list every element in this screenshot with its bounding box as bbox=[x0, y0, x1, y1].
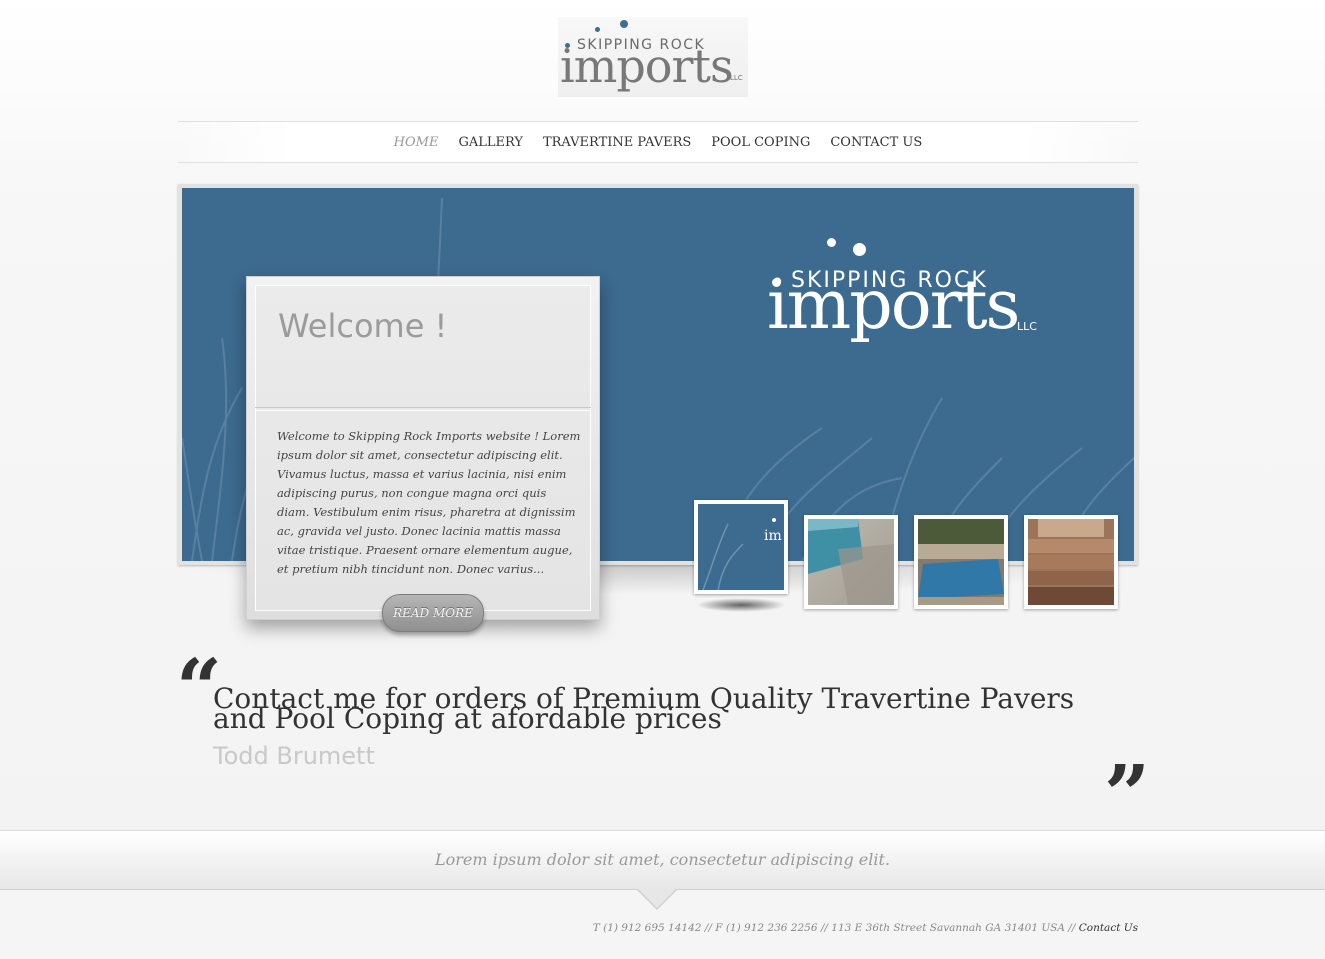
logo-suffix: LLC bbox=[730, 74, 743, 82]
read-more-button[interactable]: READ MORE bbox=[382, 594, 484, 632]
quote-text: Contact me for orders of Premium Quality… bbox=[213, 682, 1075, 735]
welcome-title: Welcome ! bbox=[278, 307, 448, 345]
welcome-divider bbox=[255, 407, 591, 411]
hero-logo: SKIPPING ROCK imports LLC bbox=[767, 238, 1067, 368]
quote-close-icon: ” bbox=[1104, 747, 1151, 841]
paver-steps-picture bbox=[1028, 519, 1114, 605]
nav-gallery[interactable]: GALLERY bbox=[458, 135, 523, 150]
welcome-text: Welcome to Skipping Rock Imports website… bbox=[277, 429, 581, 576]
nav-pool-coping[interactable]: POOL COPING bbox=[711, 135, 810, 150]
thumb-paver-steps-image bbox=[1028, 519, 1114, 605]
thumb-paver-steps[interactable] bbox=[1024, 515, 1118, 609]
thumb-logo-slide[interactable]: im bbox=[694, 500, 788, 594]
nav-contact-us[interactable]: CONTACT US bbox=[830, 135, 922, 150]
footer-band: Lorem ipsum dolor sit amet, consectetur … bbox=[0, 830, 1325, 890]
hero-logo-title: imports bbox=[767, 266, 1020, 345]
footer-tagline: Lorem ipsum dolor sit amet, consectetur … bbox=[434, 850, 891, 869]
pool-view-picture bbox=[918, 519, 1004, 605]
hero-logo-suffix: LLC bbox=[1017, 320, 1037, 333]
thumb-logo-slide-image: im bbox=[698, 504, 784, 590]
quote-author: Todd Brumett bbox=[213, 742, 375, 770]
site-logo[interactable]: SKIPPING ROCK imports LLC bbox=[558, 17, 748, 97]
footer-arrow bbox=[637, 888, 677, 908]
thumb-pool-view-image bbox=[918, 519, 1004, 605]
pool-steps-picture bbox=[808, 519, 894, 605]
active-thumb-shadow bbox=[696, 598, 786, 612]
footer-contact-info: T (1) 912 695 14142 // F (1) 912 236 225… bbox=[592, 922, 1079, 934]
logo-dot bbox=[595, 27, 600, 32]
footer-contact-line: T (1) 912 695 14142 // F (1) 912 236 225… bbox=[593, 922, 1138, 934]
thumb-logo-graphic: im bbox=[702, 518, 782, 590]
welcome-card: Welcome ! Welcome to Skipping Rock Impor… bbox=[246, 276, 600, 620]
footer-contact-link[interactable]: Contact Us bbox=[1079, 922, 1138, 934]
thumb-pool-steps[interactable] bbox=[804, 515, 898, 609]
nav-home[interactable]: HOME bbox=[394, 135, 439, 150]
logo-dot bbox=[620, 20, 628, 28]
main-nav: HOME GALLERY TRAVERTINE PAVERS POOL COPI… bbox=[178, 121, 1138, 163]
svg-text:im: im bbox=[764, 528, 782, 544]
hero-logo-dot bbox=[827, 238, 836, 247]
nav-travertine-pavers[interactable]: TRAVERTINE PAVERS bbox=[543, 135, 691, 150]
thumb-pool-view[interactable] bbox=[914, 515, 1008, 609]
logo-title: imports bbox=[560, 39, 734, 93]
thumb-pool-steps-image bbox=[808, 519, 894, 605]
hero-logo-dot bbox=[853, 243, 866, 256]
